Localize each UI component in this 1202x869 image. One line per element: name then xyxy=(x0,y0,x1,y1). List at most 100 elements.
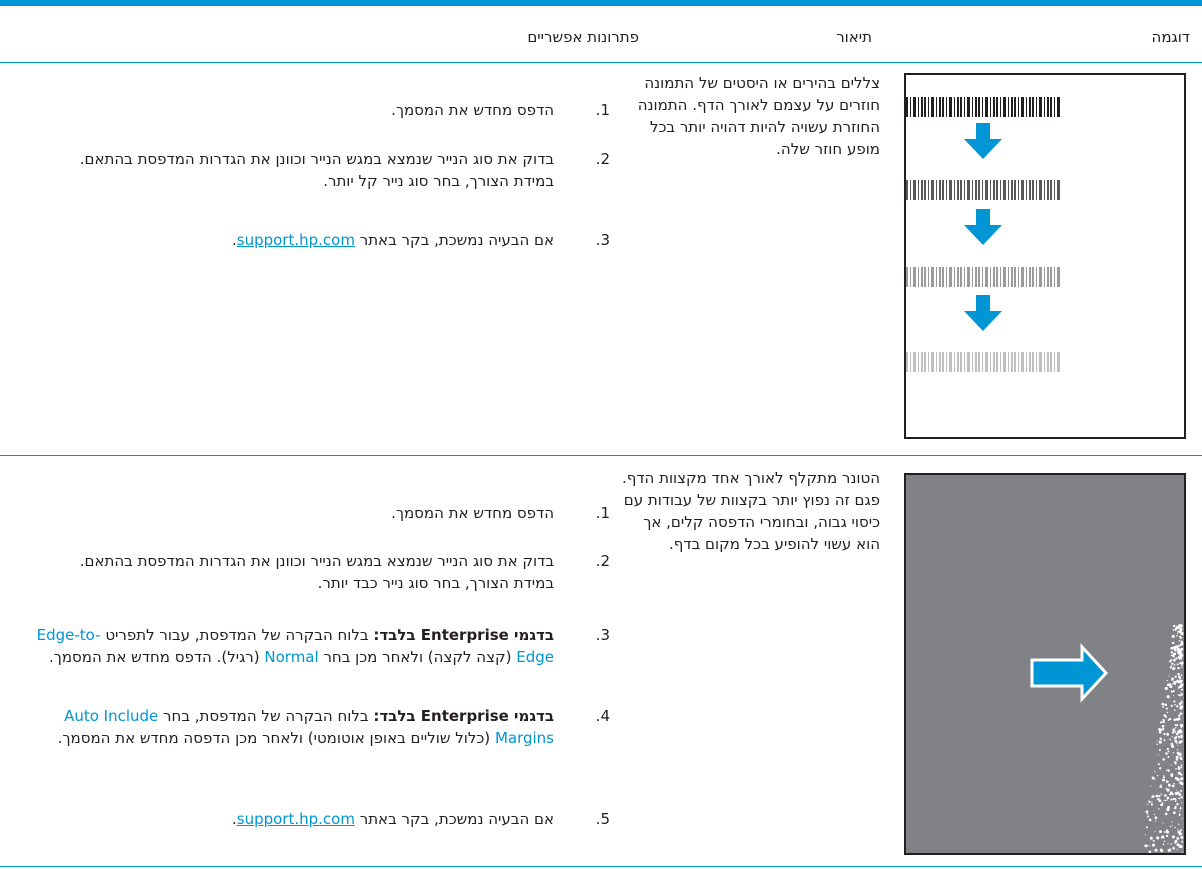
toner-speckle xyxy=(1174,761,1177,764)
toner-speckle xyxy=(1173,782,1175,785)
toner-speckle xyxy=(1151,843,1156,847)
toner-speckle xyxy=(1173,718,1177,722)
toner-speckle xyxy=(1171,731,1175,734)
toner-speckle xyxy=(1166,679,1168,682)
toner-speckle xyxy=(1173,700,1176,703)
toner-speckle xyxy=(1162,802,1164,804)
toner-speckle xyxy=(1152,839,1155,842)
toner-speckle xyxy=(1179,677,1182,680)
toner-speckle xyxy=(1159,737,1162,740)
toner-speckle xyxy=(1165,834,1169,838)
toner-speckle xyxy=(1176,705,1179,708)
toner-speckle xyxy=(1178,630,1182,634)
toner-speckle xyxy=(1174,709,1176,712)
toner-speckle xyxy=(1169,791,1173,795)
toner-speckle xyxy=(1162,705,1165,708)
toner-speckle xyxy=(1174,659,1176,661)
toner-speckle xyxy=(1168,783,1171,787)
toner-speckle xyxy=(1149,845,1151,847)
solution-text-part: (קצה לקצה) ולאחר מכן בחר xyxy=(318,648,517,666)
toner-speckle xyxy=(1158,808,1160,810)
header-description: תיאור xyxy=(836,28,872,46)
toner-speckle xyxy=(1174,724,1177,726)
support-link[interactable]: support.hp.com xyxy=(237,231,355,249)
toner-speckle xyxy=(1180,691,1182,693)
barcode-4 xyxy=(906,352,1060,372)
toner-speckle xyxy=(1171,642,1174,644)
toner-speckle xyxy=(1178,675,1181,678)
toner-speckle xyxy=(1159,730,1161,733)
toner-speckle xyxy=(1175,755,1179,759)
toner-speckle xyxy=(1180,658,1182,660)
toner-speckle xyxy=(1178,814,1181,816)
toner-speckle xyxy=(1174,839,1178,843)
toner-speckle xyxy=(1174,667,1176,669)
toner-speckle xyxy=(1181,712,1183,715)
support-link[interactable]: support.hp.com xyxy=(237,810,355,828)
toner-speckle xyxy=(1163,732,1166,736)
toner-speckle xyxy=(1154,816,1158,820)
solution-text: בדוק את סוג הנייר שנמצא במגש הנייר וכוונ… xyxy=(79,150,554,190)
toner-speckle xyxy=(1174,683,1176,686)
toner-speckle xyxy=(1174,739,1178,743)
toner-speckle xyxy=(1179,807,1182,810)
toner-flake-illustration xyxy=(1030,624,1184,854)
toner-speckle xyxy=(1180,723,1184,727)
toner-speckle xyxy=(1177,754,1179,756)
toner-speckle xyxy=(1171,821,1173,823)
toner-speckle xyxy=(1163,840,1166,842)
toner-speckle xyxy=(1167,843,1169,845)
toner-speckle xyxy=(1146,826,1148,829)
toner-speckle xyxy=(1162,758,1165,761)
toner-speckle xyxy=(1179,756,1182,759)
toner-speckle xyxy=(1170,658,1173,661)
solution-text: בדגמי Enterprise בלבד: בלוח הבקרה של המד… xyxy=(24,624,554,668)
toner-speckle xyxy=(1178,832,1181,835)
row2-solution-3: 3. בדגמי Enterprise בלבד: בלוח הבקרה של … xyxy=(30,624,610,690)
toner-speckle xyxy=(1171,784,1175,788)
toner-speckle xyxy=(1158,748,1161,752)
toner-speckle xyxy=(1179,628,1182,631)
toner-speckle xyxy=(1160,721,1163,724)
toner-speckle xyxy=(1168,675,1170,677)
toner-speckle xyxy=(1180,640,1182,642)
toner-speckle xyxy=(1170,646,1174,650)
toner-speckle xyxy=(1179,667,1181,669)
toner-speckle xyxy=(1150,803,1153,806)
example-image-repeating-shadows xyxy=(904,73,1186,439)
enterprise-only-label: בדגמי Enterprise בלבד: xyxy=(373,626,554,644)
toner-speckle xyxy=(1165,780,1169,783)
toner-speckle xyxy=(1178,797,1181,800)
toner-speckle xyxy=(1171,835,1175,839)
toner-speckle xyxy=(1170,798,1173,801)
toner-speckle xyxy=(1170,773,1174,777)
solution-number: 2. xyxy=(595,150,610,168)
solution-text-part: בלוח הבקרה של המדפסת, בחר xyxy=(158,707,374,725)
toner-speckle xyxy=(1162,822,1164,824)
toner-speckle xyxy=(1178,639,1181,642)
toner-speckle xyxy=(1180,764,1183,767)
toner-speckle xyxy=(1159,848,1163,851)
toner-speckle xyxy=(1170,690,1173,693)
row1-solution-2: 2. בדוק את סוג הנייר שנמצא במגש הנייר וכ… xyxy=(70,148,610,192)
toner-speckle xyxy=(1169,848,1171,850)
toner-speckle xyxy=(1153,778,1156,780)
row2-description: הטונר מתקלף לאורך אחד מקצוות הדף. פגם זה… xyxy=(621,469,880,553)
toner-speckle xyxy=(1179,729,1182,733)
toner-speckle xyxy=(1152,795,1155,798)
solution-text: בדגמי Enterprise בלבד: בלוח הבקרה של המד… xyxy=(24,705,554,749)
example-image-toner-flaking xyxy=(904,473,1186,855)
toner-speckle xyxy=(1170,843,1172,845)
toner-speckle xyxy=(1177,771,1181,775)
barcode-1-group xyxy=(906,97,1060,117)
toner-speckle xyxy=(1180,674,1183,676)
header-example: דוגמה xyxy=(1151,28,1190,46)
toner-speckle xyxy=(1145,810,1149,814)
row2-solution-2: 2. בדוק את סוג הנייר שנמצא במגש הנייר וכ… xyxy=(70,550,610,594)
toner-speckle xyxy=(1180,652,1183,654)
toner-speckle xyxy=(1175,736,1178,738)
toner-speckle xyxy=(1158,800,1160,802)
toner-speckle xyxy=(1162,720,1165,724)
toner-speckle xyxy=(1177,694,1180,696)
toner-speckle xyxy=(1154,848,1158,852)
